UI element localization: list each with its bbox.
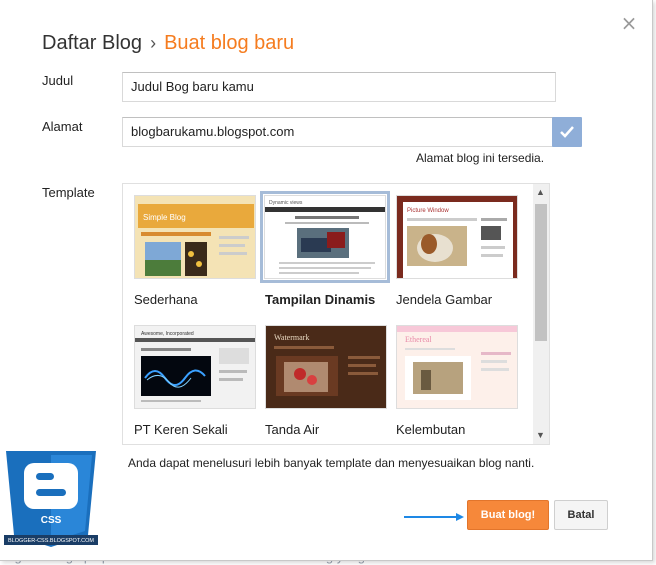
template-gallery: Simple Blog Sederhana Dynamic views Tamp… [122, 183, 550, 445]
thumb-title: Ethereal [405, 335, 432, 344]
template-name: Jendela Gambar [396, 292, 493, 307]
template-tampilan-dinamis[interactable]: Dynamic views [264, 195, 386, 279]
thumb-title: Simple Blog [143, 213, 186, 222]
address-input[interactable]: blogbarukamu.blogspot.com [122, 117, 556, 147]
template-thumbnail: Awesome, Incorporated [134, 325, 256, 409]
breadcrumb: Daftar Blog › Buat blog baru [42, 32, 294, 55]
breadcrumb-parent[interactable]: Daftar Blog [42, 32, 142, 54]
address-label: Alamat [42, 119, 83, 134]
breadcrumb-separator: › [150, 33, 157, 53]
template-thumbnail: Watermark [265, 325, 387, 409]
template-kelembutan[interactable]: Ethereal [396, 325, 518, 409]
template-thumbnail: Ethereal [396, 325, 518, 409]
template-name: Tampilan Dinamis [265, 292, 376, 307]
template-label: Template [42, 185, 95, 200]
create-blog-button[interactable]: Buat blog! [467, 500, 549, 530]
address-available-check-icon [552, 117, 582, 147]
template-thumbnail: Dynamic views [264, 195, 386, 279]
template-name: PT Keren Sekali [134, 422, 228, 437]
title-label: Judul [42, 73, 74, 88]
template-pt-keren-sekali[interactable]: Awesome, Incorporated [134, 325, 256, 409]
close-icon[interactable]: × [620, 13, 638, 33]
template-thumbnail: Simple Blog [134, 195, 256, 279]
thumb-title: Watermark [274, 333, 309, 342]
scroll-down-icon[interactable]: ▼ [536, 430, 545, 440]
template-scrollbar[interactable]: ▲ ▼ [533, 184, 549, 444]
logo-badge: CSS [41, 515, 62, 526]
template-name: Tanda Air [265, 422, 320, 437]
template-tanda-air[interactable]: Watermark [265, 325, 387, 409]
scroll-up-icon[interactable]: ▲ [536, 187, 545, 197]
pointer-arrow-icon [404, 513, 464, 521]
blogger-css-logo: CSS BLOGGER-CSS.BLOGSPOT.COM [4, 451, 98, 547]
thumb-title: Awesome, Incorporated [141, 331, 194, 337]
title-input[interactable]: Judul Bog baru kamu [122, 72, 556, 102]
logo-caption: BLOGGER-CSS.BLOGSPOT.COM [8, 538, 94, 544]
template-name: Sederhana [134, 292, 198, 307]
scroll-thumb[interactable] [535, 204, 547, 341]
address-hint: Alamat blog ini tersedia. [416, 151, 545, 165]
thumb-title: Picture Window [407, 208, 449, 214]
cancel-button[interactable]: Batal [554, 500, 608, 530]
template-sederhana[interactable]: Simple Blog [134, 195, 256, 279]
template-thumbnail: Picture Window [396, 195, 518, 279]
thumb-title: Dynamic views [269, 200, 303, 206]
template-name: Kelembutan [396, 422, 466, 437]
page-title: Buat blog baru [164, 32, 295, 54]
template-more-text: Anda dapat menelusuri lebih banyak templ… [128, 456, 535, 470]
template-jendela-gambar[interactable]: Picture Window [396, 195, 518, 279]
